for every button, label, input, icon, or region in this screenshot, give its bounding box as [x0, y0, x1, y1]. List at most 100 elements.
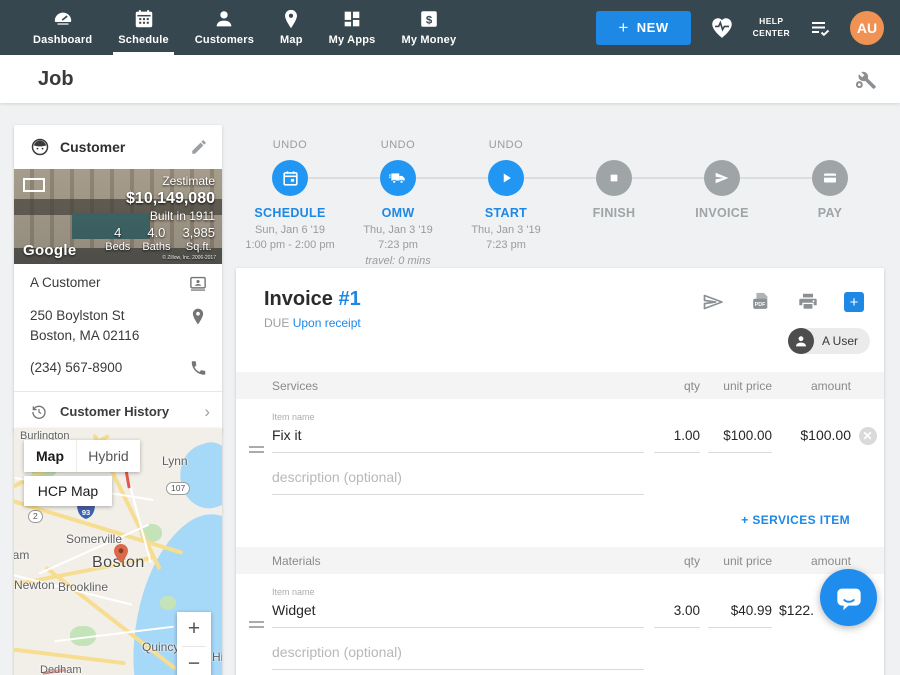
- step-label: INVOICE: [695, 206, 749, 220]
- address-line1: 250 Boylston St: [30, 306, 139, 326]
- truck-icon: [388, 168, 408, 188]
- undo-link[interactable]: UNDO: [381, 139, 415, 152]
- undo-link[interactable]: UNDO: [489, 139, 523, 152]
- nav-right: + NEW HELP CENTER AU: [596, 0, 900, 55]
- step-label: SCHEDULE: [254, 206, 325, 220]
- service-description-input[interactable]: [272, 467, 644, 495]
- nav-tab-customers[interactable]: Customers: [182, 0, 267, 55]
- timeline-step-finish: FINISH: [560, 125, 668, 269]
- service-unit-price-input[interactable]: [708, 426, 772, 453]
- item-name-label: Item name: [272, 587, 884, 597]
- main-column: UNDO SCHEDULE Sun, Jan 6 '19 1:00 pm - 2…: [236, 125, 884, 269]
- credit-card-icon: [821, 169, 839, 187]
- map-road-minor: [126, 475, 151, 562]
- chat-launcher-button[interactable]: [820, 569, 877, 626]
- phone-icon[interactable]: [189, 358, 208, 377]
- stop-icon: [606, 170, 622, 186]
- svg-text:PDF: PDF: [755, 302, 766, 308]
- map-type-map-button[interactable]: Map: [24, 440, 76, 472]
- material-description-input[interactable]: [272, 642, 644, 670]
- timeline-step-invoice: INVOICE: [668, 125, 776, 269]
- due-label: DUE: [264, 316, 289, 330]
- finish-step-button[interactable]: [596, 160, 632, 196]
- stat-beds: 4Beds: [105, 225, 130, 255]
- assignee-chip[interactable]: A User: [788, 328, 870, 354]
- built-year: Built in 1911: [105, 209, 215, 224]
- stat-baths: 4.0Baths: [142, 225, 170, 255]
- omw-step-button[interactable]: [380, 160, 416, 196]
- calendar-icon: [281, 169, 300, 188]
- nav-label: My Apps: [329, 34, 376, 46]
- customer-name-row: A Customer: [14, 264, 222, 297]
- nav-label: Customers: [195, 34, 254, 46]
- map-label-quincy: Quincy: [142, 640, 179, 654]
- service-description-row: [236, 453, 884, 495]
- remove-service-item-button[interactable]: ✕: [859, 427, 877, 445]
- undo-link[interactable]: UNDO: [273, 139, 307, 152]
- hcp-map-button[interactable]: HCP Map: [24, 476, 112, 506]
- task-list-icon[interactable]: [808, 16, 832, 40]
- service-item-name-input[interactable]: [272, 425, 644, 453]
- qty-column-header: qty: [646, 554, 700, 568]
- map-type-hybrid-button[interactable]: Hybrid: [76, 440, 140, 472]
- customer-name: A Customer: [30, 273, 101, 293]
- invoice-step-button[interactable]: [704, 160, 740, 196]
- nav-tab-my-money[interactable]: $ My Money: [389, 0, 470, 55]
- help-center-link[interactable]: HELP CENTER: [753, 16, 790, 38]
- customer-face-icon: [30, 137, 50, 157]
- help-line2: CENTER: [753, 28, 790, 39]
- unit-price-column-header: unit price: [700, 379, 772, 393]
- material-qty-input[interactable]: [654, 601, 700, 628]
- service-qty-input[interactable]: [654, 426, 700, 453]
- unit-price-column-header: unit price: [700, 554, 772, 568]
- step-details: Sun, Jan 6 '19 1:00 pm - 2:00 pm: [245, 223, 334, 254]
- print-icon[interactable]: [797, 291, 819, 313]
- invoice-title: Invoice #1: [264, 288, 361, 311]
- zestimate-label: Zestimate: [105, 174, 215, 189]
- location-pin-icon[interactable]: [188, 306, 208, 326]
- edit-pencil-icon[interactable]: [190, 138, 208, 156]
- person-icon: [793, 333, 809, 349]
- health-heart-icon[interactable]: [709, 15, 735, 41]
- map-label-newton: Newton: [14, 578, 55, 592]
- zoom-in-button[interactable]: +: [177, 612, 211, 646]
- send-icon: [713, 169, 731, 187]
- pdf-icon[interactable]: PDF: [750, 290, 772, 314]
- pay-step-button[interactable]: [812, 160, 848, 196]
- material-unit-price-input[interactable]: [708, 601, 772, 628]
- add-material-row: + MATERIALS ITEM: [236, 670, 884, 675]
- nav-tab-map[interactable]: Map: [267, 0, 316, 55]
- customer-card-header: Customer: [14, 125, 222, 169]
- zoom-out-button[interactable]: −: [177, 647, 211, 675]
- zillow-copyright: © Zillow, Inc. 2006-2017: [162, 255, 216, 261]
- material-item-name-input[interactable]: [272, 600, 644, 628]
- nav-tab-dashboard[interactable]: Dashboard: [20, 0, 105, 55]
- nav-tab-schedule[interactable]: Schedule: [105, 0, 182, 55]
- drag-handle-icon[interactable]: [249, 618, 264, 631]
- customer-card-title: Customer: [60, 139, 125, 155]
- add-services-item-link[interactable]: + SERVICES ITEM: [741, 513, 850, 527]
- new-button[interactable]: + NEW: [596, 11, 690, 45]
- history-icon: [30, 403, 48, 421]
- contact-card-icon[interactable]: [188, 273, 208, 293]
- user-avatar[interactable]: AU: [850, 11, 884, 45]
- step-label: FINISH: [593, 206, 636, 220]
- schedule-icon: [133, 8, 155, 30]
- invoice-number[interactable]: #1: [338, 288, 360, 310]
- send-invoice-icon[interactable]: [701, 290, 725, 314]
- map-label-ham: ham: [14, 548, 29, 562]
- drag-handle-icon[interactable]: [249, 443, 264, 456]
- customer-card: Customer Zestimate $10,149,080 Built in …: [14, 125, 222, 432]
- schedule-step-button[interactable]: [272, 160, 308, 196]
- map-card: Burlington Lynn 107 2 93 Somerville ham …: [14, 428, 222, 675]
- job-tools-icon[interactable]: [852, 66, 878, 92]
- add-invoice-item-button[interactable]: +: [844, 292, 864, 312]
- nav-tab-my-apps[interactable]: My Apps: [316, 0, 389, 55]
- zestimate-value: $10,149,080: [105, 189, 215, 209]
- assignee-avatar: [788, 328, 814, 354]
- materials-section-header: Materials qty unit price amount: [236, 547, 884, 574]
- start-step-button[interactable]: [488, 160, 524, 196]
- due-value-link[interactable]: Upon receipt: [293, 316, 361, 330]
- customer-history-row[interactable]: Customer History ›: [14, 392, 222, 432]
- map-label-brookline: Brookline: [58, 580, 108, 594]
